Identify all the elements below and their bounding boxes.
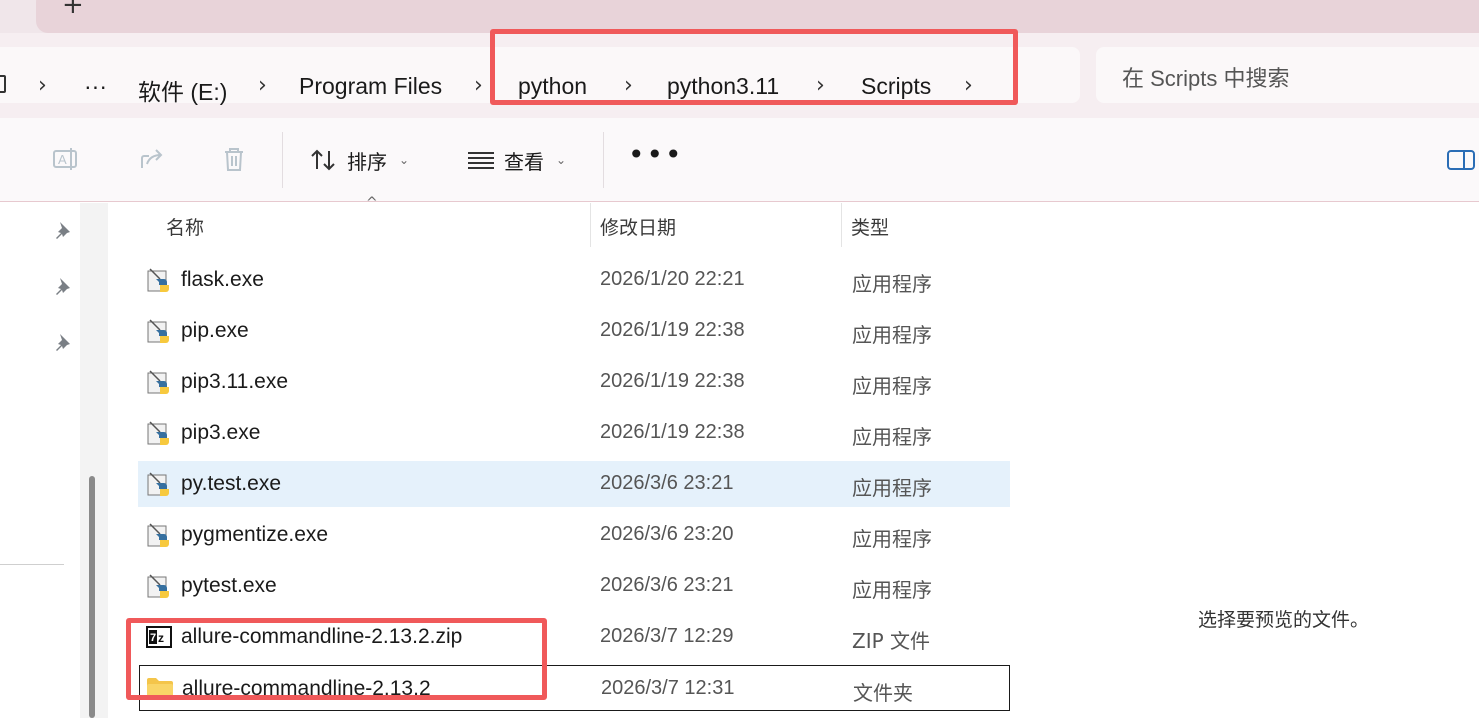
pin-icon[interactable] <box>52 332 72 352</box>
file-name: pygmentize.exe <box>181 523 329 546</box>
python-exe-icon <box>146 471 172 497</box>
search-placeholder: 在 Scripts 中搜索 <box>1122 66 1290 91</box>
annotation-highlight-allure-files <box>126 618 547 700</box>
column-header-date[interactable]: 修改日期 <box>600 213 676 240</box>
chevron-right-icon[interactable]: › <box>258 73 267 98</box>
search-input[interactable]: 在 Scripts 中搜索 <box>1096 47 1479 103</box>
file-type: 应用程序 <box>852 272 932 296</box>
rename-icon[interactable]: A <box>50 144 82 176</box>
python-exe-icon <box>146 420 172 446</box>
python-exe-icon <box>146 267 172 293</box>
toolbar-divider <box>282 132 283 188</box>
file-name: py.test.exe <box>181 472 281 495</box>
file-name: pip.exe <box>181 319 249 342</box>
file-type: 应用程序 <box>852 425 932 449</box>
file-name: flask.exe <box>181 268 264 291</box>
chevron-right-icon[interactable]: › <box>38 73 47 98</box>
toolbar-divider <box>603 132 604 188</box>
file-date: 2026/1/19 22:38 <box>600 319 745 341</box>
view-icon <box>468 152 494 169</box>
command-bar: A 排序 ⌄ 查看 ⌄ ••• <box>0 118 1479 202</box>
sort-label: 排序 <box>347 149 387 174</box>
chevron-down-icon: ⌄ <box>556 153 567 167</box>
preview-empty-message: 选择要预览的文件。 <box>1198 609 1370 631</box>
python-exe-icon <box>146 573 172 599</box>
file-row[interactable]: flask.exe 2026/1/20 22:21 应用程序 <box>138 257 1010 303</box>
file-row[interactable]: pygmentize.exe 2026/3/6 23:20 应用程序 <box>138 512 1010 558</box>
view-button[interactable]: 查看 ⌄ <box>466 140 566 180</box>
file-row[interactable]: pip3.exe 2026/1/19 22:38 应用程序 <box>138 410 1010 456</box>
file-type: 应用程序 <box>852 374 932 398</box>
chevron-right-icon[interactable]: › <box>474 73 483 98</box>
column-separator[interactable] <box>590 203 591 247</box>
file-type: ZIP 文件 <box>852 629 931 653</box>
file-name: pip3.exe <box>181 421 261 444</box>
delete-icon[interactable] <box>218 144 250 176</box>
file-type: 应用程序 <box>852 578 932 602</box>
file-date: 2026/3/6 23:21 <box>600 472 734 494</box>
file-row[interactable]: pip3.11.exe 2026/1/19 22:38 应用程序 <box>138 359 1010 405</box>
file-row[interactable]: pip.exe 2026/1/19 22:38 应用程序 <box>138 308 1010 354</box>
column-separator[interactable] <box>841 203 842 247</box>
column-header-name[interactable]: 名称 <box>166 213 204 240</box>
new-tab-button[interactable]: + <box>62 0 84 20</box>
python-exe-icon <box>146 369 172 395</box>
python-exe-icon <box>146 318 172 344</box>
preview-pane-icon[interactable] <box>1447 150 1475 170</box>
file-date: 2026/3/7 12:31 <box>601 677 735 699</box>
file-date: 2026/1/20 22:21 <box>600 268 745 290</box>
nav-divider <box>0 564 64 565</box>
breadcrumb-overflow[interactable]: ··· <box>84 73 107 100</box>
breadcrumb-program-files[interactable]: Program Files <box>299 73 442 100</box>
file-type: 应用程序 <box>852 476 932 500</box>
file-type: 应用程序 <box>852 527 932 551</box>
file-type: 应用程序 <box>852 323 932 347</box>
sort-button[interactable]: 排序 ⌄ <box>309 140 409 180</box>
sort-ascending-icon: ^ <box>366 195 378 211</box>
file-date: 2026/3/6 23:21 <box>600 574 734 596</box>
pin-icon[interactable] <box>52 276 72 296</box>
chevron-down-icon: ⌄ <box>399 153 410 167</box>
navigation-pane <box>0 203 108 718</box>
nav-scrollbar-thumb[interactable] <box>89 476 95 718</box>
file-date: 2026/1/19 22:38 <box>600 370 745 392</box>
share-icon[interactable] <box>136 144 168 176</box>
file-date: 2026/1/19 22:38 <box>600 421 745 443</box>
pin-icon[interactable] <box>52 220 72 240</box>
view-label: 查看 <box>504 149 544 174</box>
breadcrumb-drive-e[interactable]: 软件 (E:) <box>138 73 227 107</box>
tab-close-icon[interactable]: ‹ <box>0 0 18 20</box>
file-type: 文件夹 <box>853 681 913 705</box>
file-row[interactable]: pytest.exe 2026/3/6 23:21 应用程序 <box>138 563 1010 609</box>
annotation-highlight-breadcrumb <box>490 29 1018 105</box>
python-exe-icon <box>146 522 172 548</box>
file-name: pytest.exe <box>181 574 277 597</box>
preview-pane: 选择要预览的文件。 <box>1013 203 1479 718</box>
file-name: pip3.11.exe <box>181 370 289 393</box>
file-date: 2026/3/6 23:20 <box>600 523 734 545</box>
column-header-type[interactable]: 类型 <box>851 213 889 240</box>
sort-icon <box>311 149 335 171</box>
svg-text:A: A <box>58 152 67 167</box>
file-row-hovered[interactable]: py.test.exe 2026/3/6 23:21 应用程序 <box>138 461 1010 507</box>
this-pc-icon <box>0 75 6 93</box>
more-options-button[interactable]: ••• <box>628 138 684 171</box>
file-date: 2026/3/7 12:29 <box>600 625 734 647</box>
